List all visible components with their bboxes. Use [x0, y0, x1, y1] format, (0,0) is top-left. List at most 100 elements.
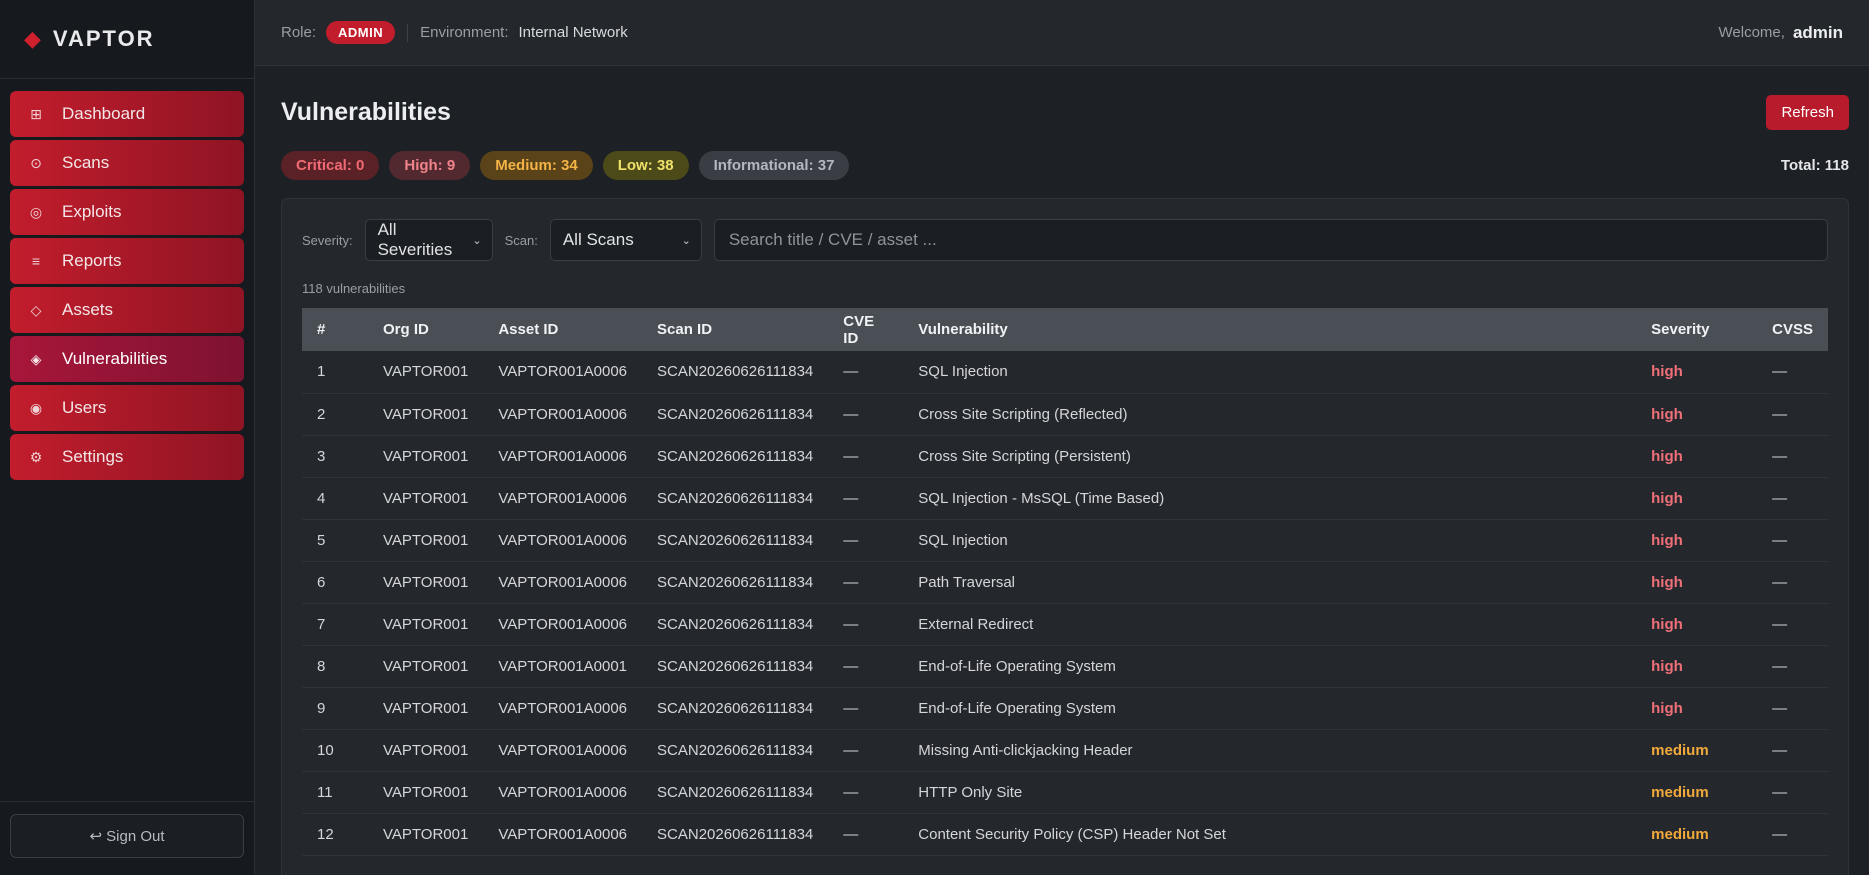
table-cell: SCAN20260626111834 — [642, 561, 829, 604]
severity-select-value: All Severities — [377, 220, 453, 259]
column-header[interactable]: CVSS — [1757, 308, 1828, 351]
sign-out-button[interactable]: ↩ Sign Out — [10, 814, 244, 858]
column-header[interactable]: Org ID — [368, 308, 483, 351]
table-cell: SCAN20260626111834 — [642, 435, 829, 478]
table-cell: — — [828, 477, 904, 520]
table-cell: — — [1757, 519, 1828, 562]
sidebar-item-dashboard[interactable]: ⊞ Dashboard — [10, 91, 244, 137]
table-row[interactable]: 8 VAPTOR001 VAPTOR001A0001 SCAN202606261118… — [302, 645, 1828, 688]
column-header[interactable]: Asset ID — [483, 308, 642, 351]
table-cell: 7 — [302, 603, 368, 646]
search-input[interactable]: Search title / CVE / asset ... — [713, 219, 1828, 261]
medium-count-badge: Medium: 34 — [480, 150, 593, 180]
table-cell: high — [1636, 477, 1758, 520]
table-cell: medium — [1636, 771, 1758, 814]
chevron-down-icon: ⌄ — [681, 234, 691, 247]
sidebar-item-label: Settings — [62, 447, 124, 466]
scan-select[interactable]: All Scans ⌄ — [549, 219, 702, 261]
sidebar-item-scans[interactable]: ⊙ Scans — [10, 140, 244, 186]
table-cell: — — [828, 771, 904, 814]
table-row[interactable]: 2 VAPTOR001 VAPTOR001A0006 SCAN202606261118… — [302, 393, 1828, 436]
table-row[interactable]: 5 VAPTOR001 VAPTOR001A0006 SCAN202606261118… — [302, 519, 1828, 562]
sidebar-item-reports[interactable]: ≡ Reports — [10, 238, 244, 284]
table-row[interactable]: 12 VAPTOR001 VAPTOR001A0006 SCAN20260626111… — [302, 813, 1828, 856]
table-cell: VAPTOR001A0006 — [483, 729, 643, 772]
vulnerabilities-icon: ◈ — [30, 350, 42, 367]
severity-summary: Critical: 0 High: 9 Medium: 34 Low: 38 I… — [281, 150, 1849, 180]
table-cell: VAPTOR001 — [368, 561, 484, 604]
table-cell: VAPTOR001 — [368, 771, 484, 814]
table-row[interactable]: 6 VAPTOR001 VAPTOR001A0006 SCAN202606261118… — [302, 561, 1828, 604]
table-row[interactable]: 7 VAPTOR001 VAPTOR001A0006 SCAN202606261118… — [302, 603, 1828, 646]
vulnerabilities-panel: Severity: All Severities ⌄ Scan: All Sca… — [281, 198, 1849, 875]
table-row[interactable]: 1 VAPTOR001 VAPTOR001A0006 SCAN202606261118… — [302, 351, 1828, 394]
table-cell: 5 — [302, 519, 368, 562]
sidebar: ◆ VAPTOR ⊞ Dashboard ⊙ Scans ◎ Exploits ≡ Repor… — [0, 0, 255, 875]
table-row[interactable]: 3 VAPTOR001 VAPTOR001A0006 SCAN202606261118… — [302, 435, 1828, 478]
table-cell: medium — [1636, 813, 1758, 856]
page-header: Vulnerabilities Refresh — [281, 92, 1849, 132]
table-cell: 8 — [302, 645, 368, 688]
table-cell: — — [828, 645, 904, 688]
table-cell: Content Security Policy (CSP) Header Not… — [903, 813, 1637, 856]
table-cell: VAPTOR001 — [368, 477, 484, 520]
table-cell: SCAN20260626111834 — [642, 687, 829, 730]
table-cell: 10 — [302, 729, 368, 772]
table-cell: — — [1757, 771, 1828, 814]
table-cell: VAPTOR001A0006 — [483, 519, 643, 562]
table-cell: — — [1757, 351, 1828, 394]
table-cell: SCAN20260626111834 — [642, 351, 829, 394]
table-cell: VAPTOR001A0006 — [483, 603, 643, 646]
table-cell: Path Traversal — [903, 561, 1637, 604]
column-header[interactable]: Vulnerability — [903, 308, 1636, 351]
critical-count-badge: Critical: 0 — [281, 150, 380, 180]
table-cell: Cross Site Scripting (Reflected) — [903, 393, 1637, 436]
table-row[interactable]: 10 VAPTOR001 VAPTOR001A0006 SCAN20260626111… — [302, 729, 1828, 772]
table-cell: — — [828, 435, 904, 478]
refresh-button[interactable]: Refresh — [1766, 94, 1849, 130]
table-cell: 2 — [302, 393, 368, 436]
reports-icon: ≡ — [31, 253, 41, 269]
table-cell: high — [1636, 519, 1758, 562]
sidebar-item-label: Assets — [62, 300, 114, 319]
sidebar-item-label: Vulnerabilities — [62, 349, 168, 368]
column-header[interactable]: # — [302, 308, 368, 351]
brand: ◆ VAPTOR — [0, 0, 254, 79]
table-cell: External Redirect — [903, 603, 1637, 646]
column-header[interactable]: Scan ID — [642, 308, 828, 351]
table-row[interactable]: 11 VAPTOR001 VAPTOR001A0006 SCAN20260626111… — [302, 771, 1828, 814]
table-cell: VAPTOR001 — [368, 645, 484, 688]
table-cell: VAPTOR001A0006 — [483, 813, 643, 856]
sidebar-item-users[interactable]: ◉ Users — [10, 385, 244, 431]
table-cell: 1 — [302, 351, 368, 394]
table-cell: SCAN20260626111834 — [642, 393, 829, 436]
current-user[interactable]: admin — [1793, 23, 1843, 43]
sidebar-item-label: Scans — [62, 153, 110, 172]
users-icon: ◉ — [29, 399, 43, 416]
main-area: Role: ADMIN Environment: Internal Networ… — [255, 0, 1869, 875]
chevron-down-icon: ⌄ — [472, 234, 482, 247]
table-cell: VAPTOR001A0006 — [483, 351, 643, 394]
scan-select-value: All Scans — [562, 230, 634, 249]
table-cell: SCAN20260626111834 — [642, 603, 829, 646]
table-cell: HTTP Only Site — [903, 771, 1637, 814]
table-row[interactable]: 9 VAPTOR001 VAPTOR001A0006 SCAN202606261118… — [302, 687, 1828, 730]
column-header[interactable]: Severity — [1636, 308, 1757, 351]
table-cell: 11 — [302, 771, 368, 814]
sidebar-item-exploits[interactable]: ◎ Exploits — [10, 189, 244, 235]
table-cell: 12 — [302, 813, 368, 856]
sidebar-item-settings[interactable]: ⚙ Settings — [10, 434, 244, 480]
sidebar-item-vulnerabilities[interactable]: ◈ Vulnerabilities — [10, 336, 244, 382]
table-cell: — — [1757, 393, 1828, 436]
table-row[interactable]: 4 VAPTOR001 VAPTOR001A0006 SCAN202606261118… — [302, 477, 1828, 520]
table-cell: End-of-Life Operating System — [903, 687, 1637, 730]
sidebar-item-assets[interactable]: ◇ Assets — [10, 287, 244, 333]
table-cell: SCAN20260626111834 — [642, 477, 829, 520]
table-cell: SCAN20260626111834 — [642, 645, 829, 688]
column-header[interactable]: CVE ID — [828, 308, 903, 351]
welcome: Welcome, admin — [1719, 23, 1843, 43]
severity-select[interactable]: All Severities ⌄ — [364, 219, 493, 261]
role-label: Role: — [281, 24, 317, 41]
sidebar-item-label: Reports — [62, 251, 122, 270]
table-cell: SCAN20260626111834 — [642, 771, 829, 814]
